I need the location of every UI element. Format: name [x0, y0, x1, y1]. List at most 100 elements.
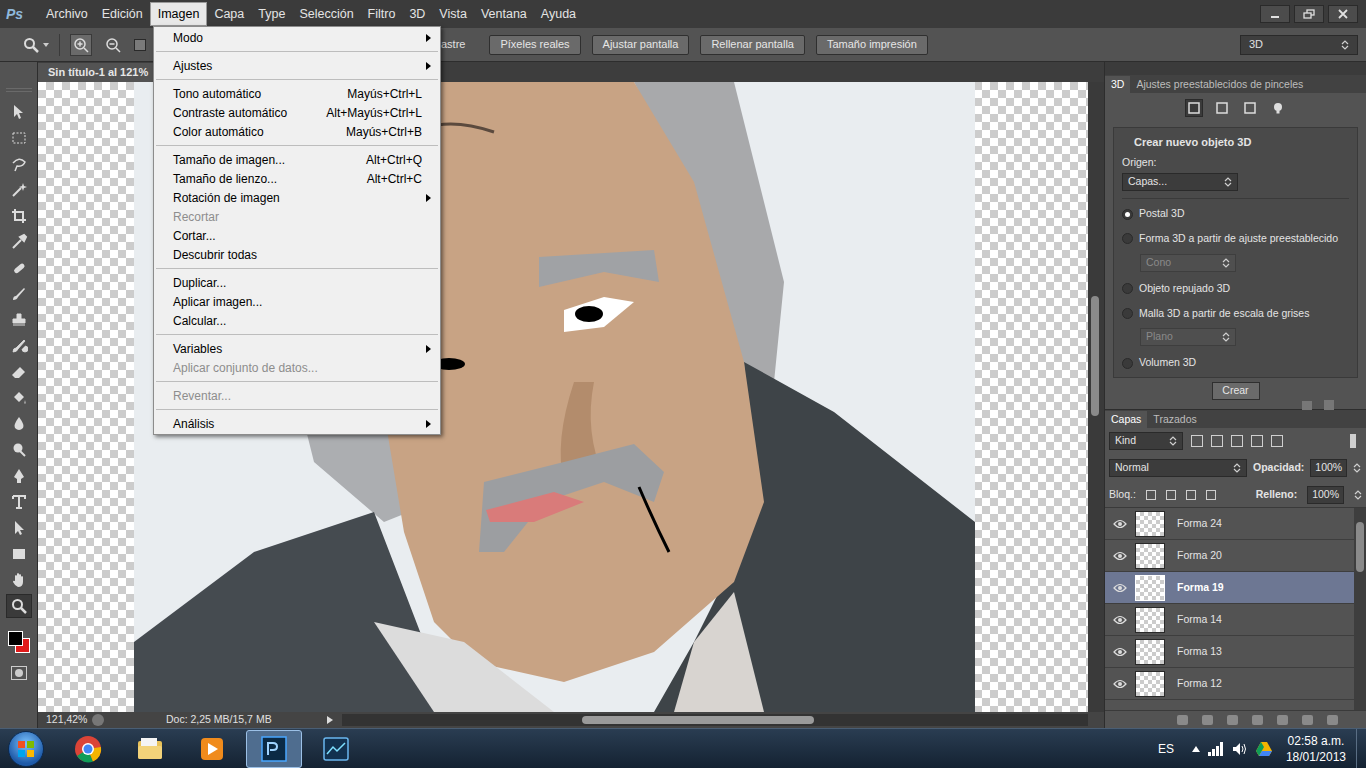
- menu-item[interactable]: Cortar...: [154, 226, 440, 245]
- filter-select[interactable]: Kind: [1109, 432, 1183, 450]
- radio-option[interactable]: Volumen 3D: [1122, 355, 1349, 371]
- taskbar-app[interactable]: [60, 730, 116, 768]
- menu-bar-item[interactable]: Type: [251, 2, 292, 26]
- menu-bar-item[interactable]: Capa: [207, 2, 251, 26]
- menu-item[interactable]: Calcular...: [154, 311, 440, 330]
- tool-button[interactable]: [6, 100, 32, 124]
- menu-item[interactable]: Modo: [154, 28, 440, 47]
- menu-bar-item[interactable]: Imagen: [150, 2, 208, 26]
- menu-bar-item[interactable]: Ventana: [474, 2, 534, 26]
- layer-row[interactable]: Forma 12: [1105, 668, 1354, 700]
- menu-item[interactable]: Ajustes: [154, 56, 440, 75]
- window-close-button[interactable]: [1328, 5, 1358, 23]
- option-button[interactable]: Tamaño impresión: [816, 35, 928, 55]
- panel-tab[interactable]: Trazados: [1147, 411, 1202, 428]
- zoom-out-button[interactable]: [102, 34, 124, 56]
- filter-adjust-icon[interactable]: [1211, 435, 1223, 447]
- taskbar-app[interactable]: [308, 730, 364, 768]
- layer-row[interactable]: Forma 14: [1105, 604, 1354, 636]
- tool-button[interactable]: [6, 230, 32, 254]
- workspace-select[interactable]: 3D: [1240, 35, 1358, 55]
- lock-move-icon[interactable]: [1186, 490, 1196, 500]
- radio-option[interactable]: Forma 3D a partir de ajuste preestableci…: [1122, 231, 1349, 247]
- taskbar-app[interactable]: [246, 730, 302, 768]
- layer-row[interactable]: Forma 19: [1105, 572, 1354, 604]
- lock-all-icon[interactable]: [1206, 490, 1216, 500]
- source-select[interactable]: Capas...: [1122, 173, 1238, 191]
- tool-button[interactable]: [6, 360, 32, 384]
- menu-bar-item[interactable]: Vista: [432, 2, 474, 26]
- menu-item[interactable]: Duplicar...: [154, 273, 440, 292]
- tool-button[interactable]: [6, 516, 32, 540]
- tool-button[interactable]: [6, 594, 32, 618]
- link-icon[interactable]: [1177, 715, 1188, 725]
- panel-tab[interactable]: Capas: [1105, 411, 1147, 428]
- filter-pixel-icon[interactable]: [1191, 435, 1203, 447]
- group-icon[interactable]: [1277, 715, 1288, 725]
- menu-item[interactable]: Contraste automáticoAlt+Mayús+Ctrl+L: [154, 103, 440, 122]
- tool-button[interactable]: [6, 438, 32, 462]
- panel-tab[interactable]: 3D: [1105, 76, 1130, 93]
- menu-item[interactable]: Rotación de imagen: [154, 188, 440, 207]
- tool-button[interactable]: [6, 334, 32, 358]
- filter-toggle[interactable]: [1350, 434, 1356, 448]
- menu-bar-item[interactable]: Selección: [292, 2, 360, 26]
- new-icon[interactable]: [1302, 715, 1313, 725]
- window-min-button[interactable]: [1260, 5, 1290, 23]
- option-button[interactable]: Ajustar pantalla: [592, 35, 690, 55]
- tool-button[interactable]: [6, 282, 32, 306]
- tool-button[interactable]: [6, 490, 32, 514]
- horizontal-scrollbar[interactable]: [342, 714, 1088, 726]
- eye-icon[interactable]: [1113, 615, 1127, 625]
- color-swatches[interactable]: [5, 626, 33, 656]
- language-indicator[interactable]: ES: [1158, 740, 1174, 758]
- quick-mask-button[interactable]: [11, 666, 27, 680]
- layer-row[interactable]: Forma 13: [1105, 636, 1354, 668]
- radio-option[interactable]: Postal 3D: [1122, 206, 1349, 222]
- adjust-icon[interactable]: [1252, 715, 1263, 725]
- tool-preset-picker[interactable]: [22, 36, 49, 54]
- vertical-scrollbar[interactable]: [1088, 82, 1102, 712]
- create-button[interactable]: Crear: [1212, 382, 1260, 400]
- eye-icon[interactable]: [1113, 679, 1127, 689]
- menu-bar-item[interactable]: Archivo: [39, 2, 95, 26]
- radio-option[interactable]: Malla 3D a partir de escala de grises: [1122, 306, 1349, 322]
- option-button[interactable]: Píxeles reales: [489, 35, 580, 55]
- tool-button[interactable]: [6, 178, 32, 202]
- menu-item[interactable]: Aplicar imagen...: [154, 292, 440, 311]
- zoom-in-button[interactable]: [70, 34, 92, 56]
- layer-row[interactable]: Forma 20: [1105, 540, 1354, 572]
- foreground-color[interactable]: [8, 631, 23, 646]
- menu-item[interactable]: Descubrir todas: [154, 245, 440, 264]
- start-button[interactable]: [8, 731, 44, 767]
- tool-button[interactable]: [6, 152, 32, 176]
- zoom-level[interactable]: 121,42%: [38, 712, 92, 728]
- tool-button[interactable]: [6, 542, 32, 566]
- eye-icon[interactable]: [1113, 583, 1127, 593]
- opacity-field[interactable]: 100%: [1310, 459, 1347, 477]
- drive-icon[interactable]: [1256, 742, 1272, 756]
- 3d-material-filter[interactable]: [1241, 99, 1259, 117]
- eye-icon[interactable]: [1113, 551, 1127, 561]
- tool-button[interactable]: [6, 204, 32, 228]
- menu-item[interactable]: Variables: [154, 339, 440, 358]
- tool-button[interactable]: [6, 568, 32, 592]
- menu-item[interactable]: Tamaño de imagen...Alt+Ctrl+Q: [154, 150, 440, 169]
- menu-item[interactable]: Análisis: [154, 414, 440, 433]
- tool-button[interactable]: [6, 308, 32, 332]
- window-max-button[interactable]: [1294, 5, 1324, 23]
- tool-button[interactable]: [6, 256, 32, 280]
- menu-item[interactable]: Color automáticoMayús+Ctrl+B: [154, 122, 440, 141]
- taskbar-app[interactable]: [122, 730, 178, 768]
- panel-tab[interactable]: Ajustes preestablecidos de pinceles: [1130, 76, 1309, 93]
- 3d-scene-filter[interactable]: [1185, 99, 1203, 117]
- tool-button[interactable]: [6, 126, 32, 150]
- filter-shape-icon[interactable]: [1251, 435, 1263, 447]
- volume-icon[interactable]: [1232, 742, 1248, 756]
- lock-paint-icon[interactable]: [1166, 490, 1176, 500]
- 3d-mesh-filter[interactable]: [1213, 99, 1231, 117]
- fill-field[interactable]: 100%: [1307, 486, 1344, 504]
- menu-item[interactable]: Tamaño de lienzo...Alt+Ctrl+C: [154, 169, 440, 188]
- filter-type-icon[interactable]: [1231, 435, 1243, 447]
- document-tab[interactable]: Sin título-1 al 121%: [38, 63, 158, 82]
